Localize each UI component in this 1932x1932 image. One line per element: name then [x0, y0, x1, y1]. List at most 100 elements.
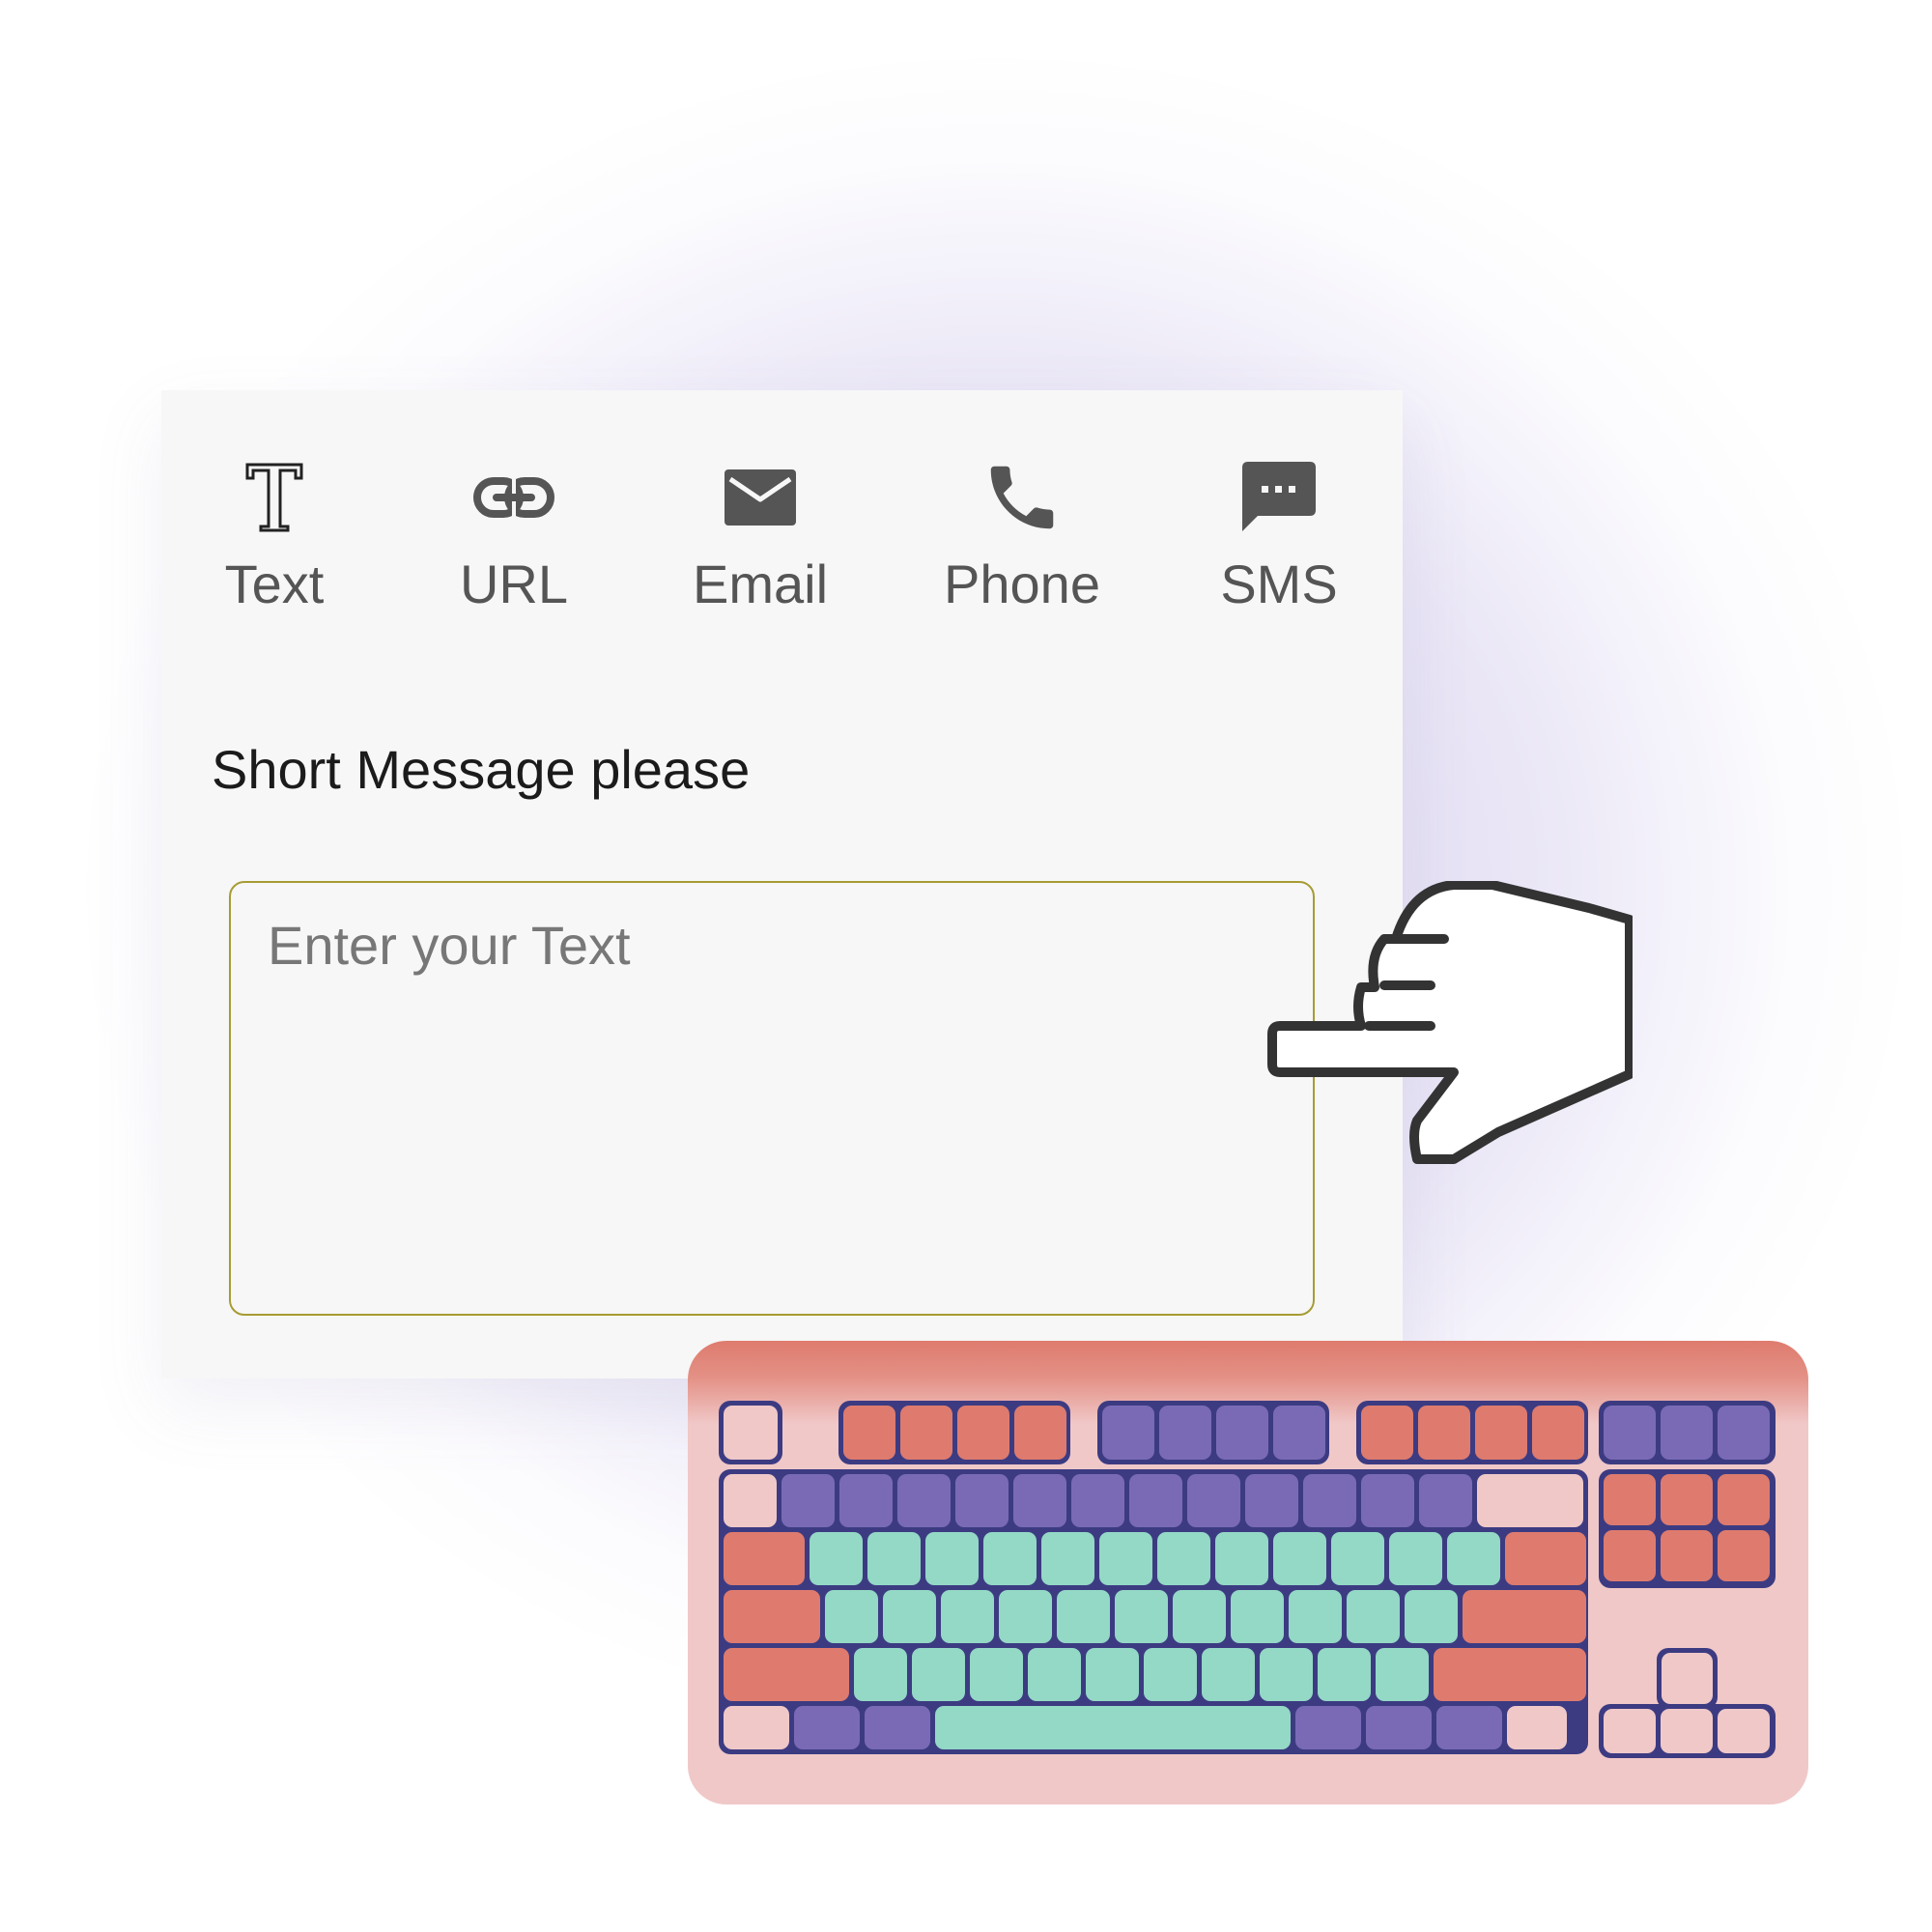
keyboard-key	[1718, 1709, 1770, 1753]
link-icon	[470, 453, 557, 542]
tab-sms-label: SMS	[1220, 554, 1338, 614]
keyboard-key	[1245, 1474, 1298, 1527]
keyboard-key	[724, 1706, 789, 1749]
keyboard-key	[1389, 1532, 1442, 1585]
keyboard-key	[1057, 1590, 1110, 1643]
keyboard-key	[1418, 1406, 1470, 1460]
keyboard-key	[1347, 1590, 1400, 1643]
keyboard-key	[935, 1706, 1291, 1749]
keyboard-key	[1366, 1706, 1432, 1749]
keyboard-key	[941, 1590, 994, 1643]
keyboard-key	[865, 1706, 930, 1749]
keyboard-key	[1115, 1590, 1168, 1643]
keyboard-key	[1231, 1590, 1284, 1643]
keyboard-key	[957, 1406, 1009, 1460]
keyboard-key	[1187, 1474, 1240, 1527]
message-textarea[interactable]	[229, 881, 1315, 1316]
keyboard-key	[724, 1648, 849, 1701]
keyboard-key	[1661, 1709, 1713, 1753]
keyboard-key	[1604, 1406, 1656, 1460]
keyboard-key	[794, 1706, 860, 1749]
tab-phone[interactable]: Phone	[925, 453, 1119, 615]
keyboard-key	[1099, 1532, 1152, 1585]
keyboard-key	[1662, 1653, 1713, 1704]
keyboard-key	[1661, 1406, 1713, 1460]
keyboard-key	[1361, 1406, 1413, 1460]
keyboard-key	[1331, 1532, 1384, 1585]
keyboard-key	[724, 1590, 820, 1643]
keyboard-key	[1202, 1648, 1255, 1701]
tab-email-label: Email	[692, 554, 829, 614]
keyboard-key	[983, 1532, 1037, 1585]
keyboard-key	[1157, 1532, 1210, 1585]
tab-url-label: URL	[459, 554, 569, 614]
keyboard-key	[1216, 1406, 1268, 1460]
keyboard-key	[839, 1474, 893, 1527]
keyboard-key	[1532, 1406, 1584, 1460]
keyboard-key	[1604, 1474, 1656, 1525]
keyboard-key	[897, 1474, 951, 1527]
keyboard-key	[1159, 1406, 1211, 1460]
keyboard-key	[1436, 1706, 1502, 1749]
form-title: Short Message please	[212, 739, 751, 800]
keyboard-key	[724, 1532, 805, 1585]
keyboard-key	[1102, 1406, 1154, 1460]
keyboard-key	[1289, 1590, 1342, 1643]
text-format-icon	[231, 453, 318, 542]
keyboard-key	[1318, 1648, 1371, 1701]
keyboard-key	[1013, 1474, 1066, 1527]
keyboard-key	[912, 1648, 965, 1701]
keyboard-key	[843, 1406, 895, 1460]
tab-url[interactable]: URL	[417, 453, 611, 615]
keyboard-key	[1086, 1648, 1139, 1701]
phone-icon	[979, 453, 1065, 542]
tab-text-label: Text	[224, 554, 325, 614]
keyboard-key	[999, 1590, 1052, 1643]
keyboard-key	[1718, 1474, 1770, 1525]
keyboard-key	[1419, 1474, 1472, 1527]
type-tabs: Text URL Email Phone SMS	[161, 453, 1403, 627]
keyboard-key	[1661, 1530, 1713, 1581]
keyboard-key	[1604, 1709, 1656, 1753]
keyboard-key	[724, 1474, 777, 1527]
keyboard-key	[1041, 1532, 1094, 1585]
keyboard-key	[825, 1590, 878, 1643]
keyboard-key	[1014, 1406, 1066, 1460]
keyboard-key	[1071, 1474, 1124, 1527]
keyboard-key	[925, 1532, 979, 1585]
sms-chat-icon	[1236, 453, 1322, 542]
keyboard-key	[1129, 1474, 1182, 1527]
keyboard-key	[900, 1406, 952, 1460]
keyboard-illustration	[688, 1341, 1808, 1804]
tab-sms[interactable]: SMS	[1182, 453, 1376, 615]
keyboard-key	[1434, 1648, 1586, 1701]
keyboard-key	[1475, 1406, 1527, 1460]
keyboard-key	[1273, 1406, 1325, 1460]
pointing-hand-icon	[1267, 881, 1633, 1164]
keyboard-key	[1303, 1474, 1356, 1527]
qr-type-panel: Text URL Email Phone SMS Short Message p…	[161, 390, 1403, 1378]
keyboard-key	[1505, 1532, 1586, 1585]
keyboard-key	[1718, 1406, 1770, 1460]
keyboard-key	[1718, 1530, 1770, 1581]
keyboard-key	[867, 1532, 921, 1585]
tab-phone-label: Phone	[944, 554, 1100, 614]
keyboard-key	[1463, 1590, 1586, 1643]
keyboard-key	[1173, 1590, 1226, 1643]
keyboard-key	[970, 1648, 1023, 1701]
keyboard-key	[1028, 1648, 1081, 1701]
keyboard-key	[810, 1532, 863, 1585]
keyboard-key	[1507, 1706, 1567, 1749]
tab-text[interactable]: Text	[178, 453, 371, 615]
keyboard-key	[1295, 1706, 1361, 1749]
keyboard-key	[1477, 1474, 1583, 1527]
keyboard-key	[1447, 1532, 1500, 1585]
keyboard-key	[1260, 1648, 1313, 1701]
keyboard-key	[1144, 1648, 1197, 1701]
keyboard-key	[955, 1474, 1009, 1527]
keyboard-key	[1405, 1590, 1458, 1643]
keyboard-key	[1361, 1474, 1414, 1527]
mail-icon	[717, 453, 804, 542]
keyboard-key	[854, 1648, 907, 1701]
tab-email[interactable]: Email	[664, 453, 857, 615]
